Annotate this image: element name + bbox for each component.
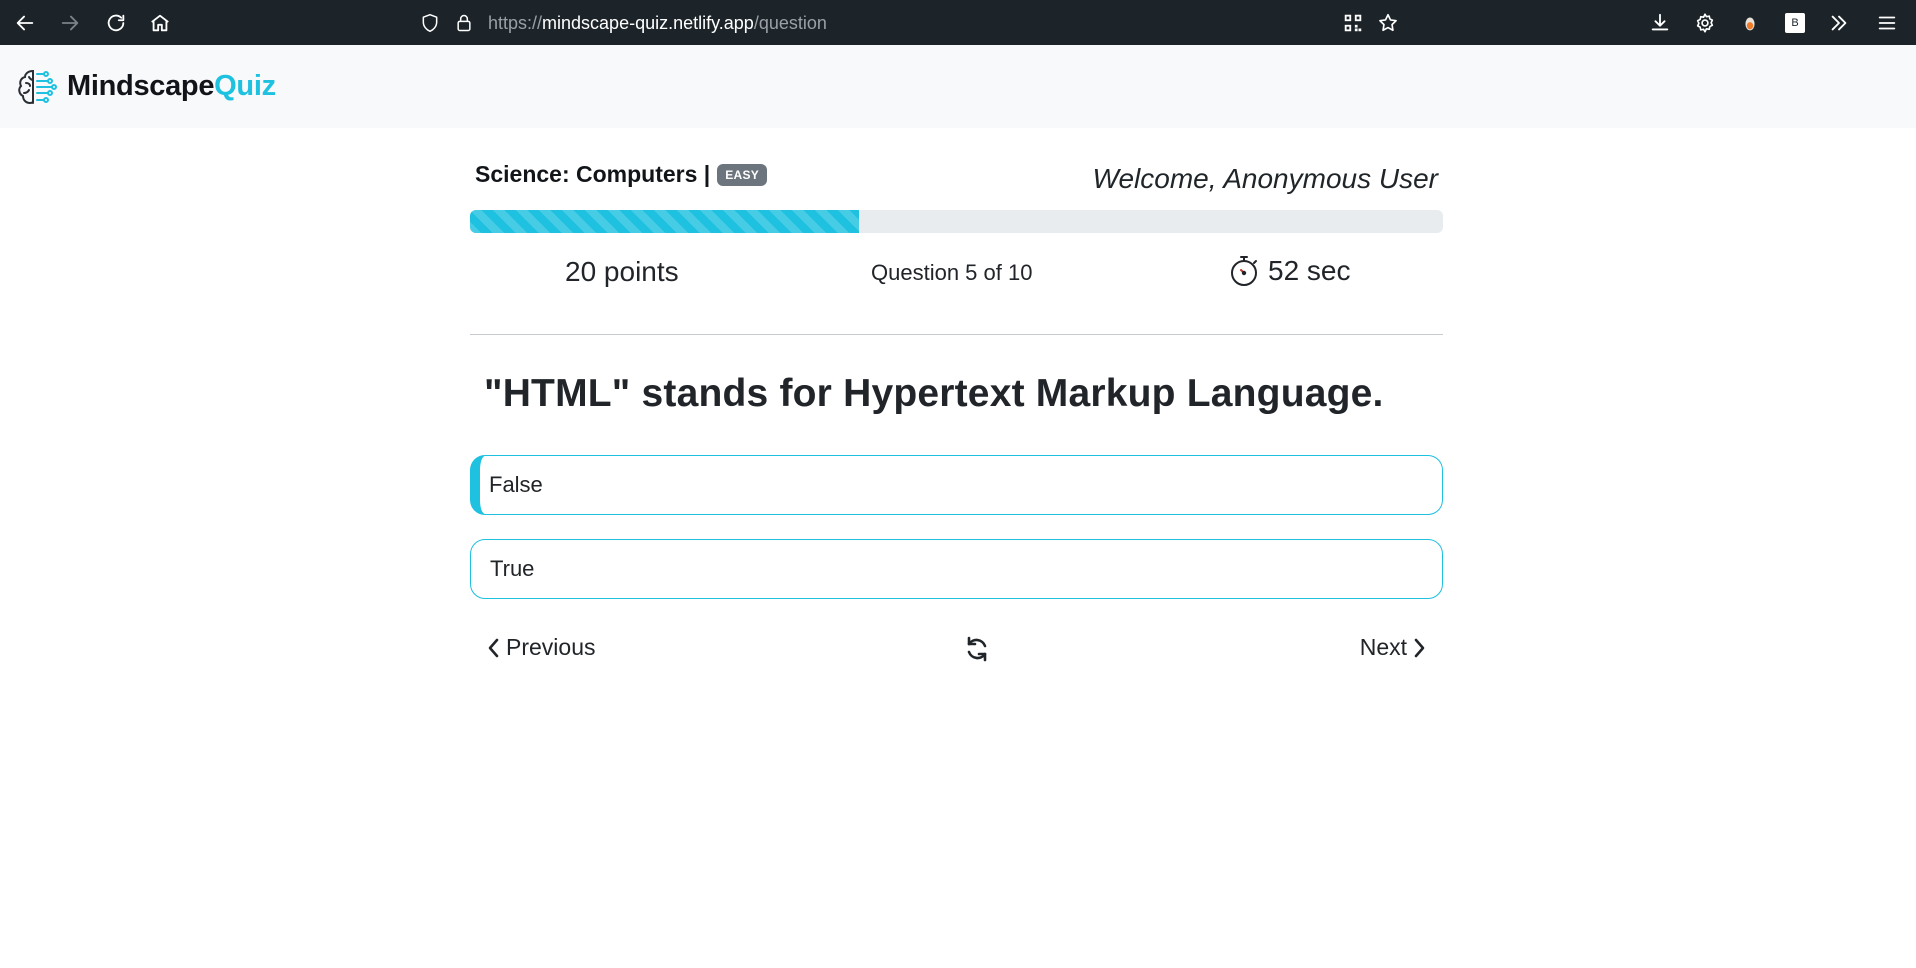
- answer-option-true[interactable]: True: [470, 539, 1443, 599]
- timer-value: 52 sec: [1268, 255, 1351, 286]
- timer: 52 sec: [1228, 254, 1351, 288]
- chevron-left-icon: [486, 637, 500, 659]
- extension-icon[interactable]: [1733, 6, 1767, 40]
- answer-label: True: [490, 556, 535, 581]
- section-divider: [470, 334, 1443, 335]
- refresh-icon[interactable]: [963, 635, 991, 663]
- question-text: "HTML" stands for Hypertext Markup Langu…: [484, 372, 1384, 415]
- chevron-right-icon: [1413, 637, 1427, 659]
- brand-name-main: Mindscape: [67, 70, 215, 102]
- quiz-info-row: Science: Computers | EASY Welcome, Anony…: [470, 128, 1443, 208]
- app-navbar: MindscapeQuiz: [0, 45, 1916, 128]
- quiz-category: Science: Computers | EASY: [475, 161, 768, 188]
- back-icon[interactable]: [8, 6, 42, 40]
- stopwatch-icon: [1228, 254, 1260, 288]
- category-label: Science: Computers |: [475, 161, 711, 187]
- points-display: 20 points: [565, 256, 679, 287]
- quiz-navigation: Previous Next: [470, 628, 1443, 672]
- star-icon[interactable]: [1371, 6, 1405, 40]
- url-text: https://mindscape-quiz.netlify.app/quest…: [488, 13, 827, 34]
- qr-code-icon[interactable]: [1336, 6, 1370, 40]
- url-path: /question: [753, 12, 827, 33]
- chevrons-right-icon[interactable]: [1822, 6, 1856, 40]
- quiz-progress-bar: [470, 210, 1443, 233]
- question-counter: Question 5 of 10: [871, 260, 1033, 285]
- brand-name[interactable]: MindscapeQuiz: [67, 70, 276, 103]
- home-icon[interactable]: [143, 6, 177, 40]
- download-icon[interactable]: [1643, 6, 1677, 40]
- reload-icon[interactable]: [99, 6, 133, 40]
- previous-label: Previous: [506, 634, 596, 660]
- brand-name-accent: Quiz: [214, 70, 276, 102]
- gear-icon[interactable]: [1688, 6, 1722, 40]
- address-bar[interactable]: https://mindscape-quiz.netlify.app/quest…: [420, 6, 827, 40]
- answer-option-false[interactable]: False: [470, 455, 1443, 515]
- hamburger-icon[interactable]: [1870, 6, 1904, 40]
- quiz-progress-fill: [470, 210, 860, 233]
- lock-icon[interactable]: [454, 13, 474, 33]
- quiz-stats-row: 20 points Question 5 of 10 52 sec: [470, 252, 1443, 296]
- browser-toolbar: https://mindscape-quiz.netlify.app/quest…: [0, 0, 1916, 45]
- welcome-message: Welcome, Anonymous User: [1092, 163, 1438, 194]
- difficulty-badge: EASY: [717, 163, 768, 186]
- forward-icon[interactable]: [53, 6, 87, 40]
- url-scheme: https://: [488, 12, 543, 33]
- previous-button[interactable]: Previous: [486, 634, 595, 661]
- url-host: mindscape-quiz.netlify.app: [542, 12, 754, 33]
- next-button[interactable]: Next: [1360, 634, 1427, 661]
- answer-label: False: [489, 472, 543, 497]
- shield-icon[interactable]: [420, 13, 440, 33]
- next-label: Next: [1359, 634, 1407, 660]
- quiz-panel: Science: Computers | EASY Welcome, Anony…: [470, 128, 1443, 208]
- extension-b-label: B: [1785, 13, 1805, 33]
- brain-circuit-icon[interactable]: [13, 65, 57, 109]
- extension-b-icon[interactable]: B: [1778, 6, 1812, 40]
